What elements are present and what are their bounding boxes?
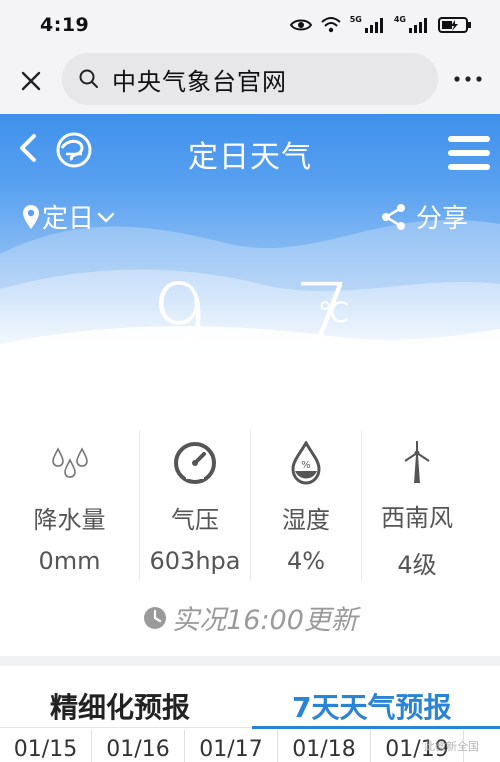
date-item[interactable]: 01/15	[0, 730, 92, 762]
menu-icon[interactable]	[446, 134, 492, 172]
location-selector[interactable]: 定日	[22, 198, 116, 235]
title-row: 定日天气	[0, 114, 500, 178]
wind-turbine-icon	[387, 438, 447, 486]
date-item[interactable]: 01/17	[185, 730, 278, 762]
clock-icon	[144, 606, 167, 629]
search-icon	[79, 69, 98, 88]
section-divider	[0, 656, 500, 666]
eye-icon	[289, 19, 312, 31]
temperature-unit: ℃	[318, 296, 350, 329]
update-text: 实况16:00更新	[172, 605, 358, 636]
active-tab-indicator	[252, 726, 500, 729]
stat-label: 降水量	[33, 506, 106, 534]
weather-stats: 降水量 0mm 气压 603hpa % 湿度 4% 西南风 4级	[0, 430, 500, 580]
more-options-icon[interactable]	[448, 64, 488, 94]
share-button[interactable]: 分享	[380, 198, 468, 235]
battery-charging-icon	[438, 17, 471, 33]
svg-text:%: %	[301, 460, 311, 471]
stat-pressure: 气压 603hpa	[139, 430, 250, 580]
status-icons: 5G 4G	[289, 14, 472, 34]
watermark: 此微新全国	[424, 740, 479, 753]
network-5g-label: 5G	[349, 14, 362, 24]
stat-label: 湿度	[282, 506, 330, 534]
stat-label: 西南风	[381, 504, 453, 532]
humidity-drop-icon: %	[276, 438, 336, 488]
stat-label: 气压	[171, 506, 219, 534]
status-time: 4:19	[40, 14, 90, 36]
chevron-down-icon	[97, 212, 115, 223]
close-icon[interactable]	[16, 66, 46, 96]
browser-bar: 中央气象台官网	[0, 50, 500, 114]
network-4g-label: 4G	[393, 14, 406, 24]
status-bar: 4:19 5G 4G	[0, 0, 500, 50]
stat-value: 4%	[286, 547, 326, 575]
weather-hero: 定日天气 定日 分享 9 7 ℃	[0, 114, 500, 364]
tab-7day-forecast[interactable]: 7天天气预报	[292, 686, 451, 726]
wifi-icon	[321, 17, 341, 33]
url-bar[interactable]: 中央气象台官网	[62, 53, 438, 105]
url-title: 中央气象台官网	[112, 67, 287, 96]
share-label: 分享	[416, 204, 469, 234]
stat-humidity: % 湿度 4%	[250, 430, 361, 580]
stat-precipitation: 降水量 0mm	[0, 430, 139, 580]
stat-value: 4级	[397, 551, 437, 579]
date-item[interactable]: 01/16	[92, 730, 185, 762]
page-title: 定日天气	[188, 140, 312, 175]
signal-5g-icon	[364, 18, 383, 33]
forecast-tabs: 精细化预报 7天天气预报	[0, 666, 500, 729]
pressure-gauge-icon	[165, 438, 225, 488]
stat-value: 603hpa	[149, 547, 241, 575]
stat-wind: 西南风 4级	[361, 430, 472, 580]
update-time-row: 实况16:00更新	[0, 598, 500, 637]
date-item[interactable]: 01/18	[278, 730, 371, 762]
share-icon	[382, 203, 405, 230]
signal-4g-icon	[409, 18, 427, 33]
tab-fine-forecast[interactable]: 精细化预报	[50, 686, 190, 726]
location-pin-icon	[23, 204, 39, 229]
raindrops-icon	[40, 438, 100, 488]
stat-value: 0mm	[38, 547, 101, 575]
location-name: 定日	[42, 204, 95, 234]
location-row: 定日 分享	[0, 198, 500, 238]
